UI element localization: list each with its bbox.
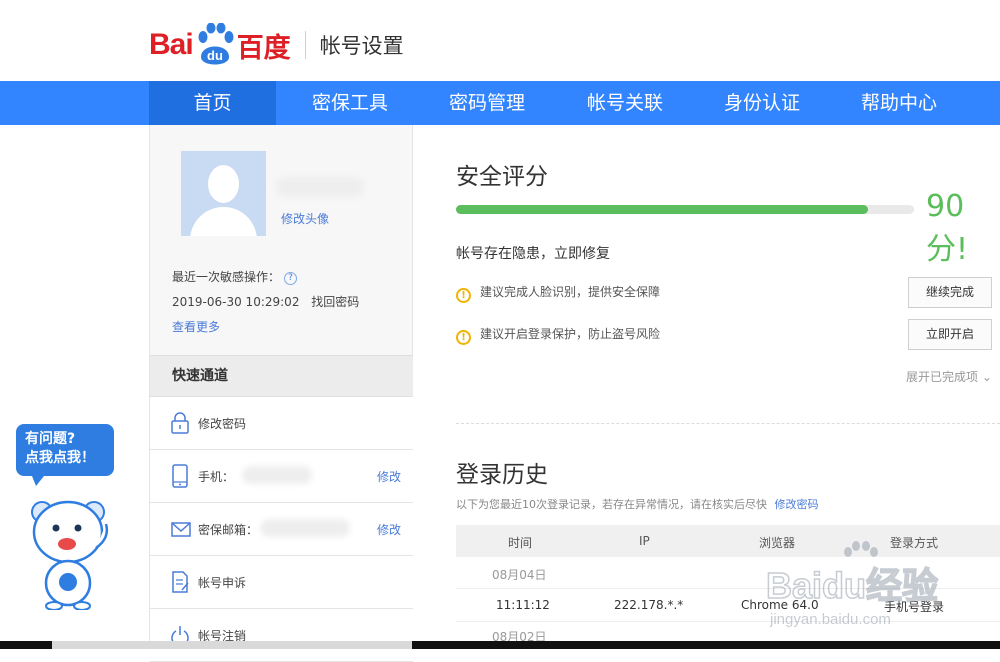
quick-item-phone[interactable]: 手机： 修改 bbox=[150, 450, 413, 503]
nav-security-tools[interactable]: 密保工具 bbox=[276, 81, 424, 125]
paw-logo-icon: du bbox=[195, 22, 235, 67]
last-op-label-text: 最近一次敏感操作： bbox=[172, 270, 281, 284]
warning-icon: ! bbox=[456, 330, 471, 345]
lock-icon bbox=[171, 412, 189, 434]
security-progress-fill bbox=[456, 205, 869, 214]
nav-account-link[interactable]: 帐号关联 bbox=[560, 81, 690, 125]
help-icon[interactable]: ? bbox=[284, 272, 298, 285]
login-history-desc-text: 以下为您最近10次登录记录，若存在异常情况，请在核实后尽快 bbox=[456, 498, 767, 511]
main-nav: 首页 密保工具 密码管理 帐号关联 身份认证 帮助中心 bbox=[0, 81, 1000, 125]
enable-login-protection-button[interactable]: 立即开启 bbox=[908, 319, 992, 350]
appeal-icon bbox=[172, 571, 189, 593]
watermark-text: Baidu经验 bbox=[766, 565, 938, 606]
quick-item-label: 修改密码 bbox=[198, 417, 247, 431]
logo-cn-text: 百度 bbox=[236, 32, 291, 64]
edit-avatar-link[interactable]: 修改头像 bbox=[281, 210, 329, 227]
logo-paw-text: du bbox=[207, 48, 223, 63]
nav-identity[interactable]: 身份认证 bbox=[698, 81, 826, 125]
quick-item-appeal[interactable]: 帐号申诉 bbox=[150, 556, 413, 609]
watermark-url: jingyan.baidu.com bbox=[769, 611, 891, 628]
security-score-value: 90分! bbox=[926, 189, 969, 267]
logo-divider bbox=[304, 31, 306, 59]
nav-help-center[interactable]: 帮助中心 bbox=[834, 81, 964, 125]
scrollbar-thumb[interactable] bbox=[52, 641, 412, 649]
sidebar: 修改头像 最近一次敏感操作：? 2019-06-30 10:29:02 找回密码… bbox=[149, 125, 413, 662]
page-title: 帐号设置 bbox=[319, 34, 404, 58]
login-history-title: 登录历史 bbox=[456, 462, 548, 488]
username-redacted bbox=[276, 177, 364, 197]
last-op-label: 最近一次敏感操作：? bbox=[172, 268, 298, 285]
warning-row: ! 建议完成人脸识别，提供安全保障 bbox=[456, 283, 660, 303]
phone-icon bbox=[172, 464, 188, 488]
edit-phone-link[interactable]: 修改 bbox=[377, 468, 401, 485]
security-status: 帐号存在隐患，立即修复 bbox=[456, 246, 610, 262]
phone-redacted bbox=[242, 466, 312, 484]
email-redacted bbox=[260, 519, 350, 537]
change-password-link[interactable]: 修改密码 bbox=[775, 498, 819, 511]
cell-time: 11:11:12 bbox=[496, 598, 550, 612]
expand-completed-link[interactable]: 展开已完成项 ⌄ bbox=[906, 368, 992, 385]
quick-item-label: 手机： bbox=[198, 470, 235, 484]
quick-item-change-password[interactable]: 修改密码 bbox=[150, 397, 413, 450]
security-progress-bar bbox=[456, 205, 914, 214]
cell-ip: 222.178.*.* bbox=[614, 598, 684, 612]
nav-home[interactable]: 首页 bbox=[149, 81, 276, 125]
last-op-time: 2019-06-30 10:29:02 bbox=[172, 295, 300, 309]
edit-email-link[interactable]: 修改 bbox=[377, 521, 401, 538]
warning-text: 建议开启登录保护，防止盗号风险 bbox=[480, 327, 661, 341]
last-op-action: 找回密码 bbox=[311, 295, 360, 309]
avatar[interactable] bbox=[181, 151, 266, 236]
quick-item-label: 密保邮箱： bbox=[198, 523, 259, 537]
quick-item-label: 帐号申诉 bbox=[198, 576, 247, 590]
see-more-link[interactable]: 查看更多 bbox=[172, 318, 220, 335]
quick-channel-header: 快速通道 bbox=[150, 355, 413, 397]
avatar-head-shape bbox=[208, 165, 239, 203]
last-op-detail: 2019-06-30 10:29:02 找回密码 bbox=[172, 293, 359, 310]
baidu-jingyan-watermark: Baidu经验 jingyan.baidu.com bbox=[760, 540, 1000, 640]
security-score-title: 安全评分 bbox=[456, 164, 548, 190]
warning-icon: ! bbox=[456, 288, 471, 303]
nav-password-manage[interactable]: 密码管理 bbox=[424, 81, 550, 125]
continue-face-button[interactable]: 继续完成 bbox=[908, 277, 992, 308]
warning-row: ! 建议开启登录保护，防止盗号风险 bbox=[456, 325, 660, 345]
help-mascot[interactable]: 有问题? 点我点我！ bbox=[12, 420, 122, 610]
table-date-row: 08月04日 bbox=[492, 568, 547, 582]
logo-text: Bai bbox=[149, 28, 194, 61]
avatar-body-shape bbox=[190, 207, 257, 236]
col-time: 时间 bbox=[508, 536, 533, 550]
header: Bai du 百度 帐号设置 bbox=[0, 0, 1000, 81]
col-ip: IP bbox=[639, 534, 650, 548]
quick-item-cancel-account[interactable]: 帐号注销 bbox=[150, 609, 413, 662]
warning-text: 建议完成人脸识别，提供安全保障 bbox=[480, 285, 661, 299]
quick-item-email[interactable]: 密保邮箱： 修改 bbox=[150, 503, 413, 556]
section-divider bbox=[456, 423, 1000, 424]
baidu-logo[interactable]: Bai du 百度 帐号设置 bbox=[149, 22, 404, 68]
mail-icon bbox=[171, 522, 191, 537]
login-history-desc: 以下为您最近10次登录记录，若存在异常情况，请在核实后尽快 修改密码 bbox=[456, 496, 819, 512]
bear-mascot-icon bbox=[31, 476, 109, 610]
